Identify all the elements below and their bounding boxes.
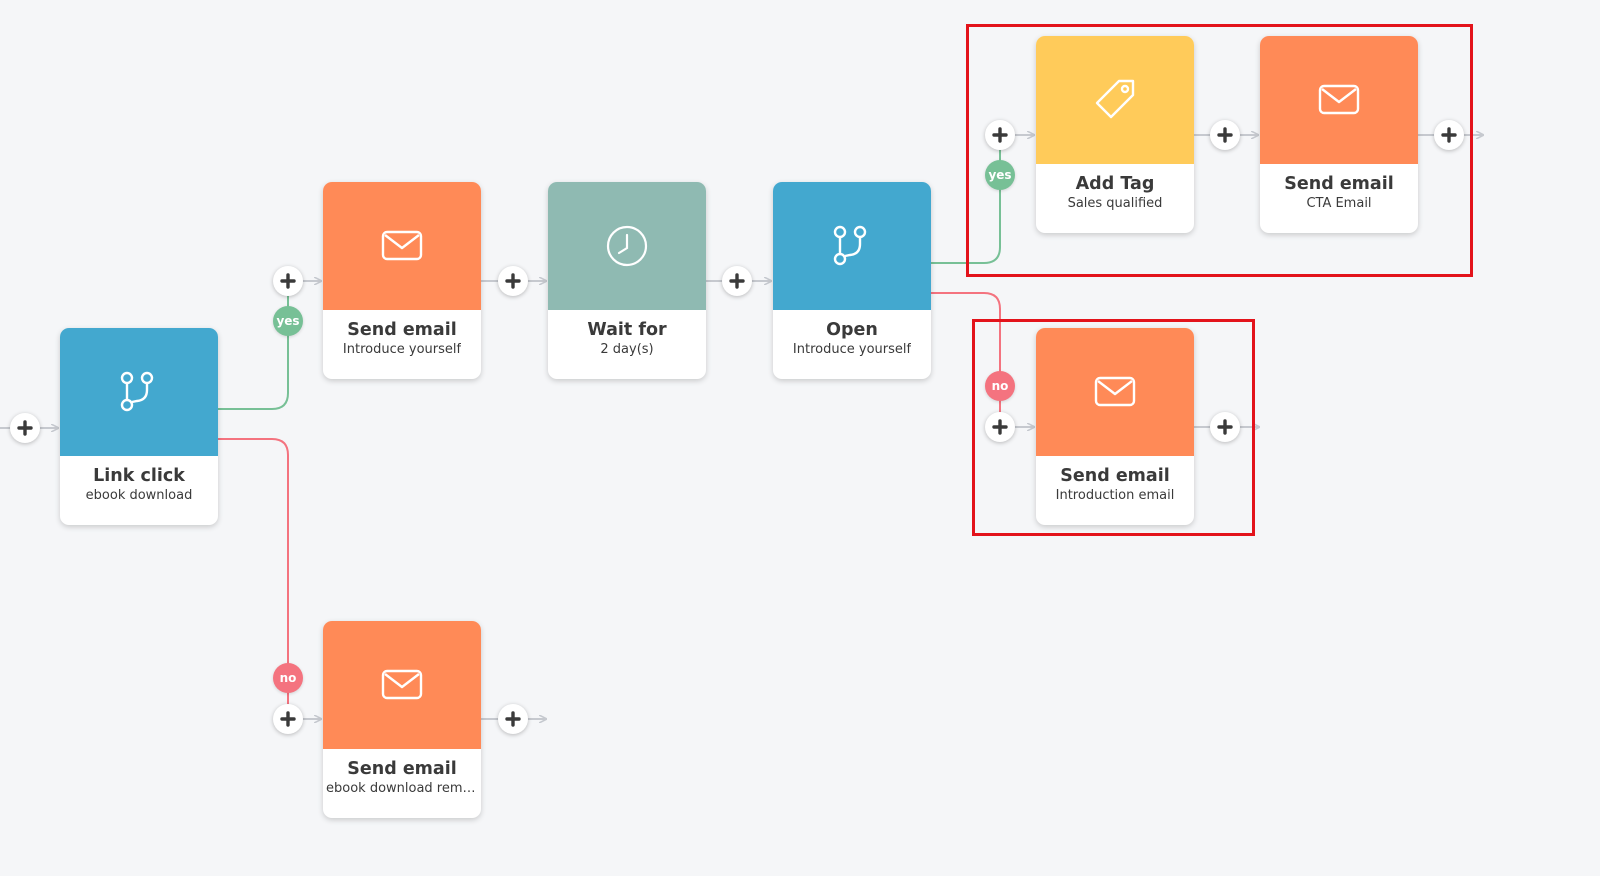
node-body: Wait for 2 day(s) xyxy=(548,310,706,379)
plus-icon xyxy=(280,711,296,727)
node-subtitle: Introduce yourself xyxy=(342,342,462,357)
connector-yes-link-click xyxy=(217,281,289,410)
add-step-button[interactable] xyxy=(1210,412,1240,442)
node-subtitle: ebook download xyxy=(85,488,193,503)
envelope-icon xyxy=(381,230,423,261)
node-header xyxy=(1260,36,1418,164)
node-header xyxy=(1036,36,1194,164)
plus-icon xyxy=(729,273,745,289)
envelope-icon xyxy=(1094,376,1136,407)
node-subtitle: Introduce yourself xyxy=(792,342,912,357)
connector-yes-open xyxy=(930,135,1001,264)
plus-icon xyxy=(280,273,296,289)
plus-icon xyxy=(992,127,1008,143)
plus-icon xyxy=(992,419,1008,435)
add-step-button[interactable] xyxy=(498,704,528,734)
node-wait-for[interactable]: Wait for 2 day(s) xyxy=(548,182,706,379)
no-badge: no xyxy=(985,371,1015,401)
envelope-icon xyxy=(1318,84,1360,115)
node-body: Send email Introduction email xyxy=(1036,456,1194,525)
tag-icon xyxy=(1095,79,1135,119)
node-subtitle: Sales qualified xyxy=(1067,196,1163,211)
add-step-button[interactable] xyxy=(985,120,1015,150)
node-send-email-reminder[interactable]: Send email ebook download remin... xyxy=(323,621,481,818)
node-title: Send email xyxy=(347,759,457,779)
add-step-button[interactable] xyxy=(273,704,303,734)
plus-icon xyxy=(505,711,521,727)
node-body: Add Tag Sales qualified xyxy=(1036,164,1194,233)
plus-icon xyxy=(505,273,521,289)
branch-icon xyxy=(120,371,154,412)
connector-no-open xyxy=(930,292,1001,427)
node-link-click[interactable]: Link click ebook download xyxy=(60,328,218,525)
node-title: Open xyxy=(826,320,878,340)
node-title: Link click xyxy=(93,466,185,486)
node-body: Open Introduce yourself xyxy=(773,310,931,379)
node-add-tag[interactable]: Add Tag Sales qualified xyxy=(1036,36,1194,233)
plus-icon xyxy=(1217,127,1233,143)
node-body: Send email Introduce yourself xyxy=(323,310,481,379)
node-header xyxy=(323,182,481,310)
node-subtitle: 2 day(s) xyxy=(600,342,654,357)
node-header xyxy=(60,328,218,456)
node-send-email-introduction[interactable]: Send email Introduction email xyxy=(1036,328,1194,525)
envelope-icon xyxy=(381,669,423,700)
yes-badge: yes xyxy=(273,306,303,336)
node-title: Add Tag xyxy=(1075,174,1155,194)
node-subtitle: ebook download remin... xyxy=(326,781,478,796)
plus-icon xyxy=(17,420,33,436)
no-badge: no xyxy=(273,663,303,693)
node-open[interactable]: Open Introduce yourself xyxy=(773,182,931,379)
workflow-canvas[interactable]: Link click ebook download Send email Int… xyxy=(0,0,1600,876)
branch-icon xyxy=(833,225,867,266)
node-body: Send email CTA Email xyxy=(1260,164,1418,233)
node-title: Send email xyxy=(347,320,457,340)
add-step-button[interactable] xyxy=(1434,120,1464,150)
node-title: Wait for xyxy=(587,320,667,340)
plus-icon xyxy=(1217,419,1233,435)
add-step-button[interactable] xyxy=(10,413,40,443)
node-header xyxy=(1036,328,1194,456)
node-body: Send email ebook download remin... xyxy=(323,749,481,818)
node-body: Link click ebook download xyxy=(60,456,218,525)
node-header xyxy=(773,182,931,310)
node-subtitle: Introduction email xyxy=(1055,488,1175,503)
add-step-button[interactable] xyxy=(722,266,752,296)
node-subtitle: CTA Email xyxy=(1306,196,1372,211)
node-send-email-cta[interactable]: Send email CTA Email xyxy=(1260,36,1418,233)
yes-badge: yes xyxy=(985,160,1015,190)
node-send-email-introduce[interactable]: Send email Introduce yourself xyxy=(323,182,481,379)
node-title: Send email xyxy=(1284,174,1394,194)
add-step-button[interactable] xyxy=(1210,120,1240,150)
node-title: Send email xyxy=(1060,466,1170,486)
plus-icon xyxy=(1441,127,1457,143)
add-step-button[interactable] xyxy=(985,412,1015,442)
add-step-button[interactable] xyxy=(498,266,528,296)
clock-icon xyxy=(606,225,648,267)
node-header xyxy=(323,621,481,749)
add-step-button[interactable] xyxy=(273,266,303,296)
node-header xyxy=(548,182,706,310)
